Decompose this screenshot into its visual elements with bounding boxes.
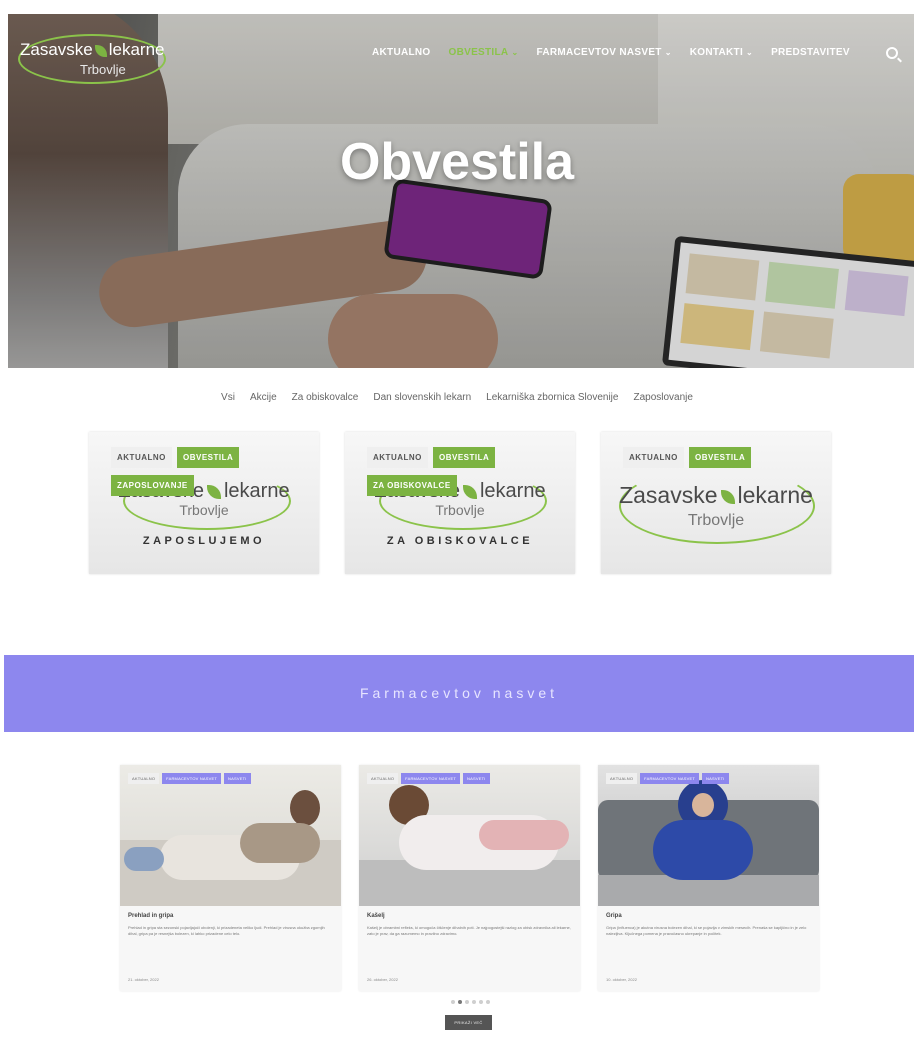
filter-lekarniska-zbornica[interactable]: Lekarniška zbornica Slovenije	[486, 392, 618, 403]
filter-vsi[interactable]: Vsi	[221, 392, 235, 403]
post-card[interactable]: Zasavske lekarne Trbovlje AKTUALNO OBVEST…	[601, 432, 831, 574]
card-logo-sub: Trbovlje	[179, 502, 229, 518]
logo-sub: Trbovlje	[80, 62, 126, 77]
nav-item-obvestila[interactable]: OBVESTILA ⌄	[449, 47, 519, 58]
tag-aktualno[interactable]: AKTUALNO	[111, 447, 172, 468]
nav-item-predstavitev[interactable]: PREDSTAVITEV	[771, 47, 850, 58]
tag-farmacevtov-nasvet[interactable]: FARMACEVTOV NASVET	[640, 773, 700, 784]
card-logo: Zasavske lekarne	[601, 482, 831, 509]
logo-name: Zasavske lekarne	[20, 40, 165, 60]
article-image	[359, 765, 580, 906]
search-icon[interactable]	[886, 47, 898, 59]
article-card[interactable]: AKTUALNO FARMACEVTOV NASVET NASVETI Preh…	[120, 765, 341, 991]
card-logo-sub: Trbovlje	[687, 512, 745, 529]
logo-name-right: lekarne	[108, 40, 165, 59]
tag-nasveti[interactable]: NASVETI	[702, 773, 729, 784]
main-nav: AKTUALNO OBVESTILA ⌄ FARMACEVTOV NASVET ⌄ …	[372, 47, 850, 58]
nav-item-aktualno[interactable]: AKTUALNO	[372, 47, 431, 58]
category-filter: Vsi Akcije Za obiskovalce Dan slovenskih…	[0, 392, 914, 403]
article-title[interactable]: Prehlad in gripa	[128, 913, 173, 919]
filter-dan-slovenskih-lekarn[interactable]: Dan slovenskih lekarn	[373, 392, 471, 403]
article-card[interactable]: AKTUALNO FARMACEVTOV NASVET NASVETI Kaše…	[359, 765, 580, 991]
filter-zaposlovanje[interactable]: Zaposlovanje	[633, 392, 692, 403]
nav-label: OBVESTILA	[448, 47, 509, 58]
tag-zaposlovanje[interactable]: ZAPOSLOVANJE	[111, 475, 194, 496]
chevron-down-icon: ⌄	[746, 48, 754, 57]
logo-name-right: lekarne	[737, 482, 813, 508]
leaf-icon	[206, 484, 221, 499]
article-date: 10. oktober, 2022	[606, 977, 637, 982]
nav-label: PREDSTAVITEV	[771, 47, 850, 58]
section-banner: Farmacevtov nasvet	[4, 655, 914, 732]
article-image	[598, 765, 819, 906]
nav-label: FARMACEVTOV NASVET	[536, 47, 662, 58]
article-title[interactable]: Kašelj	[367, 913, 385, 919]
carousel-dot[interactable]	[451, 1000, 455, 1004]
leaf-icon	[462, 484, 477, 499]
chevron-down-icon: ⌄	[511, 48, 519, 57]
show-more-button[interactable]: PRIKAŽI VEČ	[445, 1015, 492, 1030]
article-title[interactable]: Gripa	[606, 913, 622, 919]
tag-aktualno[interactable]: AKTUALNO	[623, 447, 684, 468]
logo-name-right: lekarne	[479, 480, 546, 502]
filter-za-obiskovalce[interactable]: Za obiskovalce	[292, 392, 359, 403]
filter-akcije[interactable]: Akcije	[250, 392, 277, 403]
nav-label: KONTAKTI	[689, 47, 744, 58]
logo-name-left: Zasavske	[20, 40, 93, 59]
tag-obvestila[interactable]: OBVESTILA	[433, 447, 496, 468]
carousel-dot-active[interactable]	[458, 1000, 462, 1004]
article-excerpt: Kašelj je obrambni refleks, ki omogoča č…	[367, 925, 571, 936]
tag-farmacevtov-nasvet[interactable]: FARMACEVTOV NASVET	[401, 773, 461, 784]
nav-item-farmacevtov-nasvet[interactable]: FARMACEVTOV NASVET ⌄	[536, 47, 671, 58]
logo-name-left: Zasavske	[619, 482, 718, 508]
logo-name-right: lekarne	[223, 480, 290, 502]
nav-label: AKTUALNO	[372, 47, 431, 58]
tag-aktualno[interactable]: AKTUALNO	[367, 447, 428, 468]
section-title: Farmacevtov nasvet	[359, 685, 559, 701]
nav-item-kontakti[interactable]: KONTAKTI ⌄	[690, 47, 753, 58]
leaf-icon	[720, 489, 735, 504]
article-excerpt: Gripa (influenca) je akutna virusna bole…	[606, 925, 807, 936]
post-card[interactable]: Zasavskelekarne Trbovlje ZAPOSLUJEMO AKT…	[89, 432, 319, 574]
card-caption: ZA OBISKOVALCE	[386, 535, 534, 547]
tag-za-obiskovalce[interactable]: ZA OBISKOVALCE	[367, 475, 457, 496]
carousel-dot[interactable]	[486, 1000, 490, 1004]
article-tags: AKTUALNO FARMACEVTOV NASVET NASVETI	[606, 773, 729, 784]
chevron-down-icon: ⌄	[664, 48, 672, 57]
carousel-dot[interactable]	[479, 1000, 483, 1004]
article-tags: AKTUALNO FARMACEVTOV NASVET NASVETI	[367, 773, 490, 784]
tag-farmacevtov-nasvet[interactable]: FARMACEVTOV NASVET	[162, 773, 222, 784]
card-logo-sub: Trbovlje	[435, 502, 485, 518]
tag-obvestila[interactable]: OBVESTILA	[177, 447, 240, 468]
article-date: 21. oktober, 2022	[128, 977, 159, 982]
tag-obvestila[interactable]: OBVESTILA	[689, 447, 752, 468]
article-tags: AKTUALNO FARMACEVTOV NASVET NASVETI	[128, 773, 251, 784]
card-caption: ZAPOSLUJEMO	[142, 535, 266, 547]
tag-aktualno[interactable]: AKTUALNO	[606, 773, 638, 784]
post-grid: Zasavske lekarne Trbovlje ZAPOSLUJEMO AKT…	[89, 432, 831, 574]
post-card[interactable]: Zasavskelekarne Trbovlje ZA OBISKOVALCE …	[345, 432, 575, 574]
article-carousel: AKTUALNO FARMACEVTOV NASVET NASVETI Preh…	[120, 765, 819, 991]
site-logo[interactable]: Zasavske lekarne Trbovlje	[16, 30, 166, 84]
tag-aktualno[interactable]: AKTUALNO	[128, 773, 160, 784]
tag-nasveti[interactable]: NASVETI	[224, 773, 251, 784]
article-date: 26. oktober, 2022	[367, 977, 398, 982]
carousel-pagination	[451, 1000, 490, 1004]
page-title: Obvestila	[339, 133, 575, 191]
tag-nasveti[interactable]: NASVETI	[463, 773, 490, 784]
article-image	[120, 765, 341, 906]
leaf-icon	[94, 44, 107, 57]
carousel-dot[interactable]	[465, 1000, 469, 1004]
tag-aktualno[interactable]: AKTUALNO	[367, 773, 399, 784]
article-excerpt: Prehlad in gripa sta sezonski pojavljajo…	[128, 925, 325, 936]
article-card[interactable]: AKTUALNO FARMACEVTOV NASVET NASVETI Grip…	[598, 765, 819, 991]
carousel-dot[interactable]	[472, 1000, 476, 1004]
